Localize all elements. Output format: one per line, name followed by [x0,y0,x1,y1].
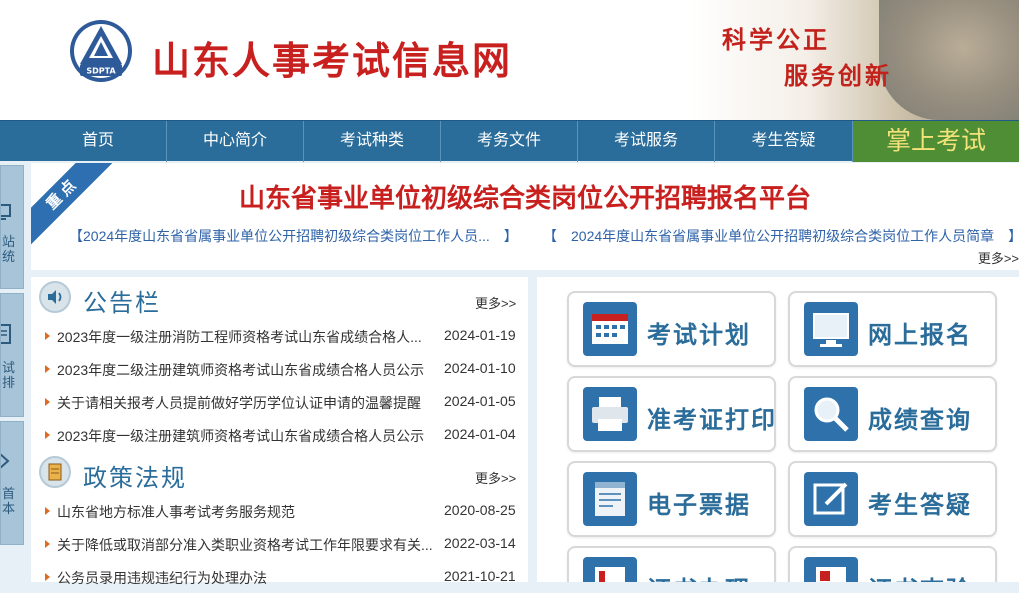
notice-item[interactable]: 2023年度一级注册消防工程师资格考试山东省成绩合格人... 2024-01-1… [31,319,528,352]
notice-title: 公告栏 [83,290,161,317]
notice-item-title[interactable]: 2023年度一级注册消防工程师资格考试山东省成绩合格人... [57,327,437,347]
side-float-button-1[interactable]: 站统 [0,165,24,289]
notice-item-title[interactable]: 2023年度一级注册建筑师资格考试山东省成绩合格人员公示 [57,426,437,446]
site-title[interactable]: 山东人事考试信息网 [152,30,512,85]
bullet-arrow-icon [45,431,50,439]
nav-item-about[interactable]: 中心简介 [167,121,304,162]
policy-item-title[interactable]: 公务员录用违规违纪行为处理办法 [57,568,437,588]
tile-candidate-faq[interactable]: 考生答疑 [788,461,997,537]
policy-item[interactable]: 关于降低或取消部分准入类职业资格考试工作年限要求有关... 2022-03-14 [31,527,528,560]
policy-item-date: 2022-03-14 [444,535,516,551]
tile-label: 成绩查询 [868,405,972,434]
policy-item[interactable]: 公务员录用违规违纪行为处理办法 2021-10-21 [31,560,528,593]
edit-icon [804,472,858,526]
side-float-bar: 站统 试排 首本 [0,163,24,582]
side-float-button-2[interactable]: 试排 [0,293,24,417]
speaker-icon [39,281,71,313]
exam-sheet-icon [1,324,11,344]
policy-item-title[interactable]: 山东省地方标准人事考试考务服务规范 [57,502,437,522]
site-header: SDPTA 山东人事考试信息网 科学公正 服务创新 [0,0,1019,120]
notice-item-date: 2024-01-10 [444,360,516,376]
notice-item-date: 2024-01-19 [444,327,516,343]
news-panel: 公告栏 更多>> 2023年度一级注册消防工程师资格考试山东省成绩合格人... … [31,277,528,586]
headline-more-link[interactable]: 更多>> [978,248,1019,267]
bullet-arrow-icon [45,365,50,373]
notice-more-link[interactable]: 更多>> [475,293,516,312]
monitor-icon [804,302,858,356]
tile-certificate-processing[interactable]: 证书办理 [567,546,776,582]
service-panel: 考试计划 网上报名 准考证打印 成绩查询 电子票据 考生答疑 证书办理 [537,277,1019,582]
tile-label: 准考证打印 [647,405,777,434]
side-float-label-3: 首本 [1,486,15,516]
nav-item-exam-types[interactable]: 考试种类 [304,121,441,162]
computer-icon [1,204,11,220]
calendar-icon [583,302,637,356]
main-nav: 首页 中心简介 考试种类 考务文件 考试服务 考生答疑 掌上考试 [0,120,1019,162]
notice-item[interactable]: 关于请相关报考人员提前做好学历学位认证申请的温馨提醒 2024-01-05 [31,385,528,418]
document-icon [39,456,71,488]
headline-box: 重点 山东省事业单位初级综合类岗位公开招聘报名平台 【2024年度山东省省属事业… [31,163,1019,270]
nav-item-faq[interactable]: 考生答疑 [715,121,853,162]
bullet-arrow-icon [45,398,50,406]
bullet-arrow-icon [45,332,50,340]
tile-label: 证书查验 [868,570,972,582]
nav-item-home[interactable]: 首页 [30,121,167,162]
headline-link-2[interactable]: 【 2024年度山东省省属事业单位公开招聘初级综合类岗位工作人员简章 】 [543,226,1019,246]
notice-item-date: 2024-01-04 [444,426,516,442]
bullet-arrow-icon [45,573,50,581]
tile-certificate-verification[interactable]: 证书查验 [788,546,997,582]
nav-item-exam-documents[interactable]: 考务文件 [441,121,578,162]
headline-link-1[interactable]: 【2024年度山东省省属事业单位公开招聘初级综合类岗位工作人员... 】 [69,226,518,246]
nav-item-exam-services[interactable]: 考试服务 [578,121,715,162]
notice-item-title[interactable]: 2023年度二级注册建筑师资格考试山东省成绩合格人员公示 [57,360,437,380]
policy-more-link[interactable]: 更多>> [475,468,516,487]
policy-item-date: 2020-08-25 [444,502,516,518]
certificate-icon [583,557,637,582]
tile-label: 网上报名 [868,320,972,349]
logo-text: SDPTA [86,67,116,76]
tile-score-query[interactable]: 成绩查询 [788,376,997,452]
side-float-label-1: 站统 [1,234,15,264]
tile-label: 证书办理 [647,570,751,582]
certificate-check-icon [804,557,858,582]
slogan-line-1: 科学公正 [722,25,830,54]
printer-icon [583,387,637,441]
side-float-label-2: 试排 [1,360,15,390]
notice-item-title[interactable]: 关于请相关报考人员提前做好学历学位认证申请的温馨提醒 [57,393,437,413]
tile-admission-ticket[interactable]: 准考证打印 [567,376,776,452]
tile-electronic-receipt[interactable]: 电子票据 [567,461,776,537]
receipt-icon [583,472,637,526]
policy-item-title[interactable]: 关于降低或取消部分准入类职业资格考试工作年限要求有关... [57,535,437,555]
notice-item[interactable]: 2023年度二级注册建筑师资格考试山东省成绩合格人员公示 2024-01-10 [31,352,528,385]
tile-label: 电子票据 [647,490,751,519]
rock-illustration [879,0,1019,120]
tile-label: 考生答疑 [868,490,972,519]
nav-item-mobile-exam[interactable]: 掌上考试 [853,121,1019,162]
bullet-arrow-icon [45,507,50,515]
notice-item-date: 2024-01-05 [444,393,516,409]
bullet-arrow-icon [45,540,50,548]
magnifier-icon [804,387,858,441]
chevron-right-icon [1,453,10,469]
tile-label: 考试计划 [647,320,751,349]
tile-online-registration[interactable]: 网上报名 [788,291,997,367]
slogan-line-2: 服务创新 [784,61,892,90]
side-float-button-3[interactable]: 首本 [0,421,24,545]
policy-title: 政策法规 [83,465,187,492]
policy-item[interactable]: 山东省地方标准人事考试考务服务规范 2020-08-25 [31,494,528,527]
notice-item[interactable]: 2023年度一级注册建筑师资格考试山东省成绩合格人员公示 2024-01-04 [31,418,528,451]
sdpta-logo-icon[interactable]: SDPTA [68,18,134,84]
headline-title[interactable]: 山东省事业单位初级综合类岗位公开招聘报名平台 [31,178,1019,215]
tile-exam-plan[interactable]: 考试计划 [567,291,776,367]
